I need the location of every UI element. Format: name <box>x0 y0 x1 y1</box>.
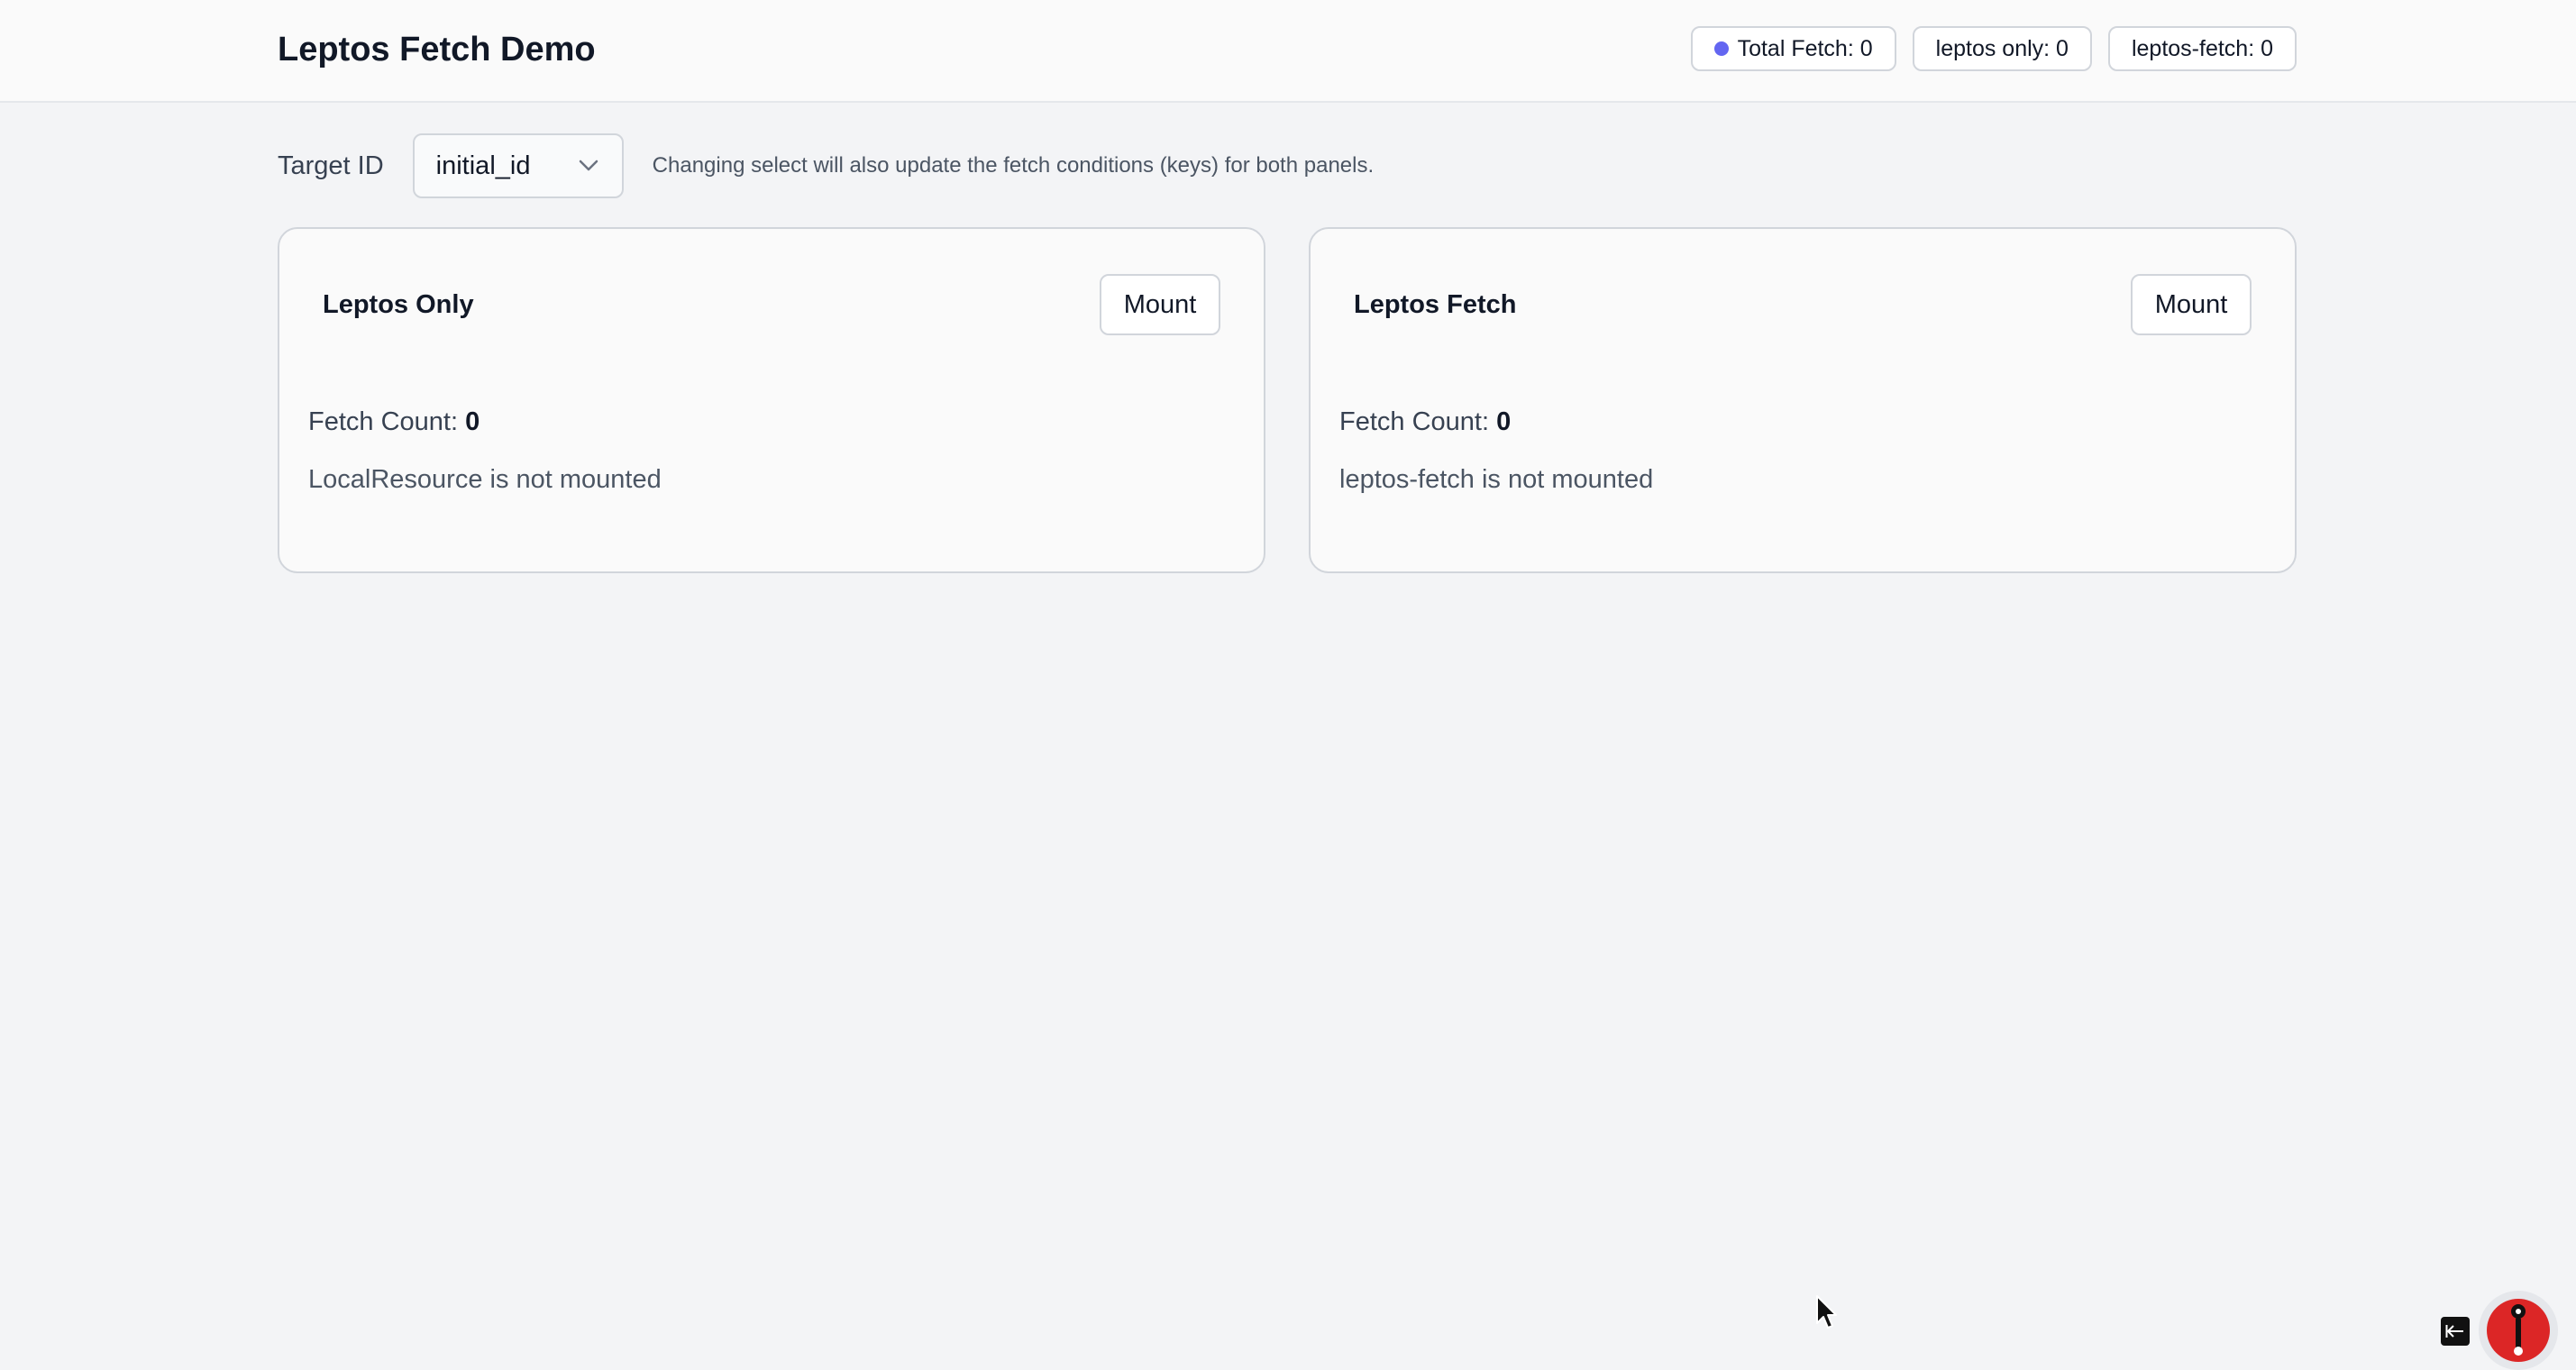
mount-button[interactable]: Mount <box>2131 274 2252 335</box>
target-id-select-value: initial_id <box>435 151 531 180</box>
leptos-fetch-panel: Leptos Fetch Mount Fetch Count: 0 leptos… <box>1309 227 2297 573</box>
mount-status-text: LocalResource is not mounted <box>308 465 662 494</box>
status-dot-icon <box>1713 41 1729 56</box>
leptos-devtools-logo-icon[interactable] <box>2479 1291 2558 1370</box>
panel-title: Leptos Fetch <box>1354 290 1517 319</box>
mouse-cursor-icon <box>1815 1294 1839 1335</box>
fetch-count-label: Fetch Count: <box>308 407 459 436</box>
leptos-fetch-badge-label: leptos-fetch: 0 <box>2131 35 2273 61</box>
panel-title: Leptos Only <box>323 290 474 319</box>
leptos-only-panel: Leptos Only Mount Fetch Count: 0 LocalRe… <box>278 227 1265 573</box>
leptos-only-badge-label: leptos only: 0 <box>1935 35 2069 61</box>
fetch-count: Fetch Count: 0 <box>1339 406 1511 438</box>
mount-button[interactable]: Mount <box>1100 274 1220 335</box>
leptos-only-badge: leptos only: 0 <box>1912 26 2092 71</box>
target-id-label: Target ID <box>278 151 384 180</box>
chevron-down-icon <box>579 160 598 172</box>
target-id-select[interactable]: initial_id <box>412 133 624 198</box>
top-bar: Leptos Fetch Demo Total Fetch: 0 leptos … <box>0 0 2576 103</box>
arrow-left-icon[interactable] <box>2441 1317 2470 1346</box>
select-hint-text: Changing select will also update the fet… <box>652 153 1375 178</box>
target-controls: Target ID initial_id Changing select wil… <box>278 133 1374 198</box>
app-title: Leptos Fetch Demo <box>278 31 596 68</box>
fetch-count-label: Fetch Count: <box>1339 407 1490 436</box>
fetch-counter-badges: Total Fetch: 0 leptos only: 0 leptos-fet… <box>1690 26 2297 71</box>
total-fetch-badge-label: Total Fetch: 0 <box>1737 35 1873 61</box>
fetch-count-value: 0 <box>1496 407 1512 436</box>
fetch-count-value: 0 <box>465 407 480 436</box>
leptos-fetch-badge: leptos-fetch: 0 <box>2107 26 2297 71</box>
fetch-count: Fetch Count: 0 <box>308 406 480 438</box>
total-fetch-badge: Total Fetch: 0 <box>1690 26 1896 71</box>
mount-status-text: leptos-fetch is not mounted <box>1339 465 1654 494</box>
